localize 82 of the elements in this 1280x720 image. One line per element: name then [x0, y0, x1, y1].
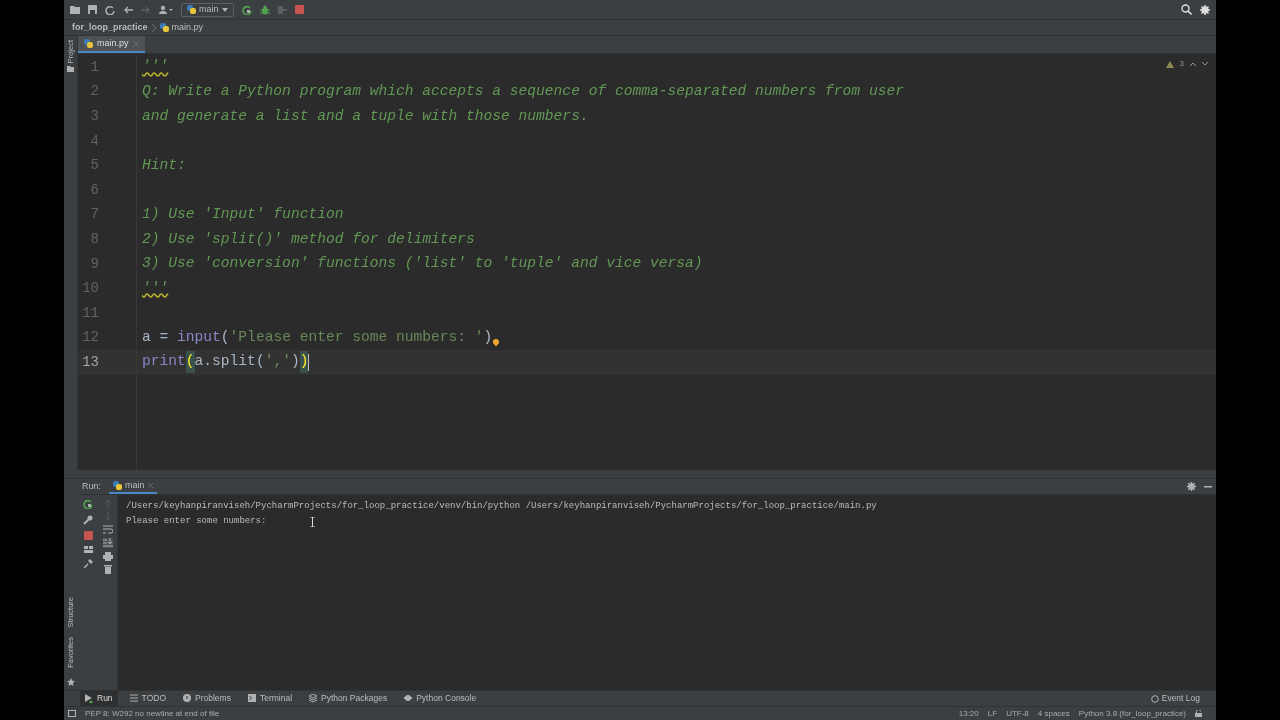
- status-item[interactable]: LF: [987, 707, 998, 720]
- editor-tab[interactable]: main.py: [78, 36, 145, 53]
- tool-window-tab[interactable]: Problems: [178, 691, 236, 706]
- back-arrow-icon[interactable]: [123, 5, 133, 14]
- rerun-icon[interactable]: [241, 4, 252, 15]
- line-number: 13: [78, 350, 136, 375]
- line-number: 10: [81, 279, 100, 299]
- event-log-button[interactable]: Event Log: [1150, 692, 1200, 705]
- code-line: Q: Write a Python program which accepts a sequence of comma-separated numbers from user: [142, 81, 904, 101]
- code-line: 1) Use 'Input' function: [142, 204, 344, 224]
- line-number: 11: [81, 303, 100, 323]
- python-file-icon: [84, 39, 93, 48]
- rerun-icon[interactable]: [83, 499, 93, 509]
- line-number: 5: [89, 156, 100, 176]
- trash-icon[interactable]: [103, 565, 112, 574]
- status-item[interactable]: 13:20: [958, 707, 979, 720]
- code-line: ''': [142, 57, 169, 77]
- code-line: and generate a list and a tuple with those numbers.: [142, 106, 589, 126]
- line-number: 8: [89, 229, 100, 249]
- code-line: 3) Use 'conversion' functions ('list' to 'tuple' and vice versa): [142, 254, 703, 274]
- text-cursor-icon: [310, 517, 315, 527]
- warning-count: 3: [1179, 58, 1184, 70]
- line-number: 9: [89, 254, 100, 274]
- search-icon[interactable]: [1181, 4, 1192, 15]
- panel-title: Run:: [82, 479, 101, 493]
- tool-window-tab[interactable]: Python Packages: [304, 691, 393, 706]
- terminal-icon: [247, 694, 256, 703]
- line-number: 1: [89, 57, 100, 77]
- layout-icon[interactable]: [83, 546, 93, 553]
- info-icon: [183, 694, 191, 703]
- run-configuration-dropdown[interactable]: main: [181, 2, 234, 17]
- code-line: Hint:: [142, 155, 186, 175]
- lightbulb-icon[interactable]: [493, 339, 500, 347]
- stack-icon: [309, 694, 318, 703]
- stop-icon[interactable]: [83, 531, 93, 540]
- print-icon[interactable]: [102, 552, 113, 561]
- tool-window-tab[interactable]: Run: [80, 691, 118, 706]
- breadcrumb-item[interactable]: main.py: [171, 20, 204, 35]
- tool-window-tab[interactable]: Terminal: [242, 691, 298, 706]
- list-icon: [129, 694, 138, 703]
- line-number: 12: [81, 328, 100, 348]
- lock-icon[interactable]: [1195, 710, 1202, 717]
- console-output-line: Please enter some numbers:: [126, 515, 267, 528]
- star-icon[interactable]: [67, 678, 75, 686]
- scroll-to-end-icon[interactable]: [102, 538, 113, 548]
- tool-window-tab[interactable]: TODO: [124, 691, 171, 706]
- soft-wrap-icon[interactable]: [102, 525, 113, 534]
- code-line: ''': [142, 278, 169, 298]
- chevron-icon: [151, 23, 156, 32]
- folder-icon[interactable]: [70, 5, 80, 14]
- stop-icon[interactable]: [294, 5, 304, 14]
- refresh-icon[interactable]: [105, 4, 115, 15]
- folder-icon: [67, 66, 74, 73]
- text-caret: [308, 353, 310, 371]
- tool-window-tab[interactable]: Python Console: [399, 691, 482, 706]
- status-item[interactable]: 4 spaces: [1037, 707, 1070, 720]
- minimize-icon[interactable]: [1204, 485, 1212, 488]
- status-message: PEP 8: W292 no newline at end of file: [85, 707, 220, 720]
- caret-icon: [221, 7, 228, 12]
- line-number: 6: [89, 180, 100, 200]
- user-icon[interactable]: [159, 5, 173, 14]
- python-file-icon: [159, 23, 169, 32]
- save-icon[interactable]: [88, 5, 97, 14]
- line-number: 7: [89, 205, 100, 225]
- console-output-line: /Users/keyhanpiranviseh/PycharmProjects/for_loop_practice/venv/bin/python /Users/keyhanpiranviseh/PycharmProjects/for_loop_practice/main.py: [126, 500, 877, 513]
- settings-icon[interactable]: [1200, 4, 1210, 15]
- panel-toggle-icon[interactable]: [68, 710, 76, 717]
- line-number: 4: [89, 131, 100, 151]
- code-line: 2) Use 'split()' method for delimiters: [142, 229, 475, 249]
- run-icon: [85, 694, 93, 703]
- breadcrumb-item[interactable]: for_loop_practice: [72, 20, 148, 35]
- code-line: a = input('Please enter some numbers: '): [142, 327, 493, 347]
- wrench-icon[interactable]: [83, 515, 93, 525]
- status-item[interactable]: UTF-8: [1006, 707, 1029, 720]
- line-number: 2: [89, 82, 100, 102]
- warning-icon: [1165, 60, 1174, 68]
- bug-icon[interactable]: [259, 4, 270, 15]
- status-item[interactable]: Python 3.8 (for_loop_practice): [1078, 707, 1186, 720]
- code-line: print(a.split(',')): [142, 351, 309, 374]
- settings-icon[interactable]: [1187, 482, 1196, 491]
- line-number: 3: [89, 107, 100, 126]
- speech-bubble-icon: [1150, 694, 1159, 703]
